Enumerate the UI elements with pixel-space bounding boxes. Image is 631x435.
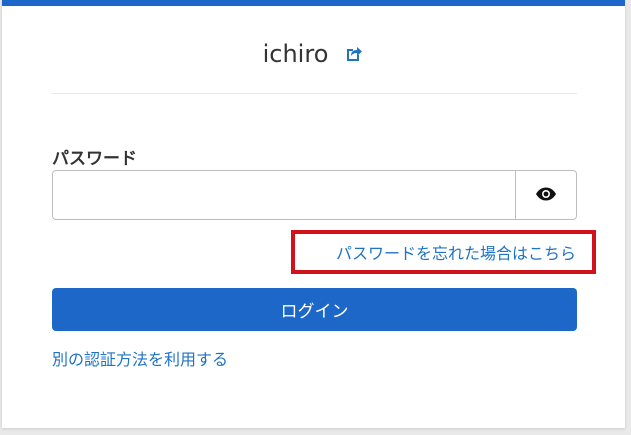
password-label: パスワード — [52, 149, 137, 169]
external-link-icon[interactable] — [344, 44, 364, 64]
forgot-password-link[interactable]: パスワードを忘れた場合はこちら — [291, 230, 596, 274]
login-button[interactable]: ログイン — [52, 288, 577, 331]
login-card: ichiro パスワード パスワードを忘れた場合はこちら ログイン 別の認証方法… — [2, 0, 625, 428]
password-input[interactable] — [52, 170, 516, 220]
divider — [52, 93, 577, 94]
username: ichiro — [262, 40, 329, 68]
forgot-password-label: パスワードを忘れた場合はこちら — [335, 244, 576, 263]
other-auth-method-link[interactable]: 別の認証方法を利用する — [52, 346, 228, 370]
show-password-button[interactable] — [516, 170, 577, 220]
eye-icon — [535, 186, 557, 205]
user-header: ichiro — [2, 36, 625, 72]
